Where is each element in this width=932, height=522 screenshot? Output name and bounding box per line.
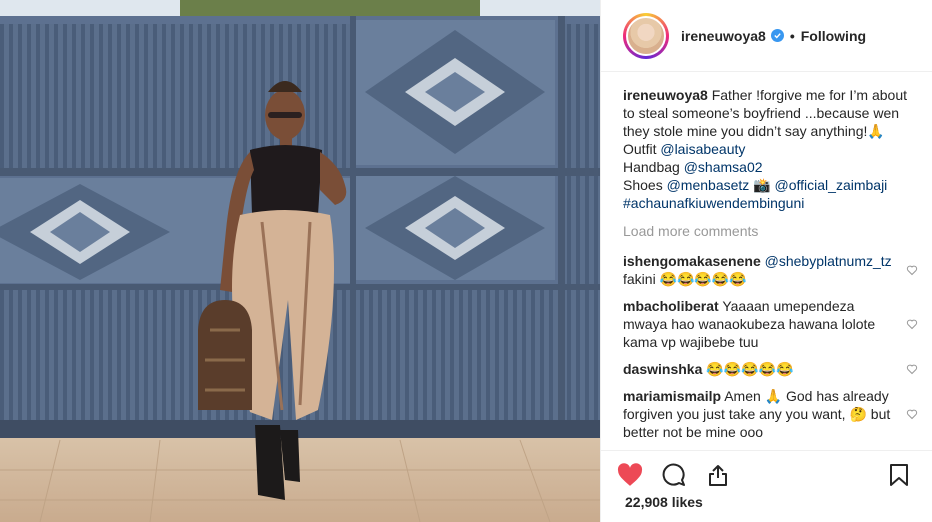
comment-like-heart-icon[interactable] — [906, 264, 918, 276]
post-header: ireneuwoya8 • Following — [601, 0, 932, 72]
comment-username[interactable]: mbacholiberat — [623, 298, 719, 314]
comment-mention-link[interactable]: @shebyplatnumz_tz — [765, 253, 892, 269]
post-sidebar: ireneuwoya8 • Following ireneuwoya8 Fath… — [600, 0, 932, 522]
handbag-tag-link[interactable]: @shamsa02 — [684, 159, 763, 175]
comment-text: fakini 😂😂😂😂😂 — [623, 271, 747, 287]
comment-button[interactable] — [661, 462, 687, 488]
avatar-story-ring[interactable] — [623, 12, 669, 59]
comment-text: 😂😂😂😂😂 — [706, 361, 794, 377]
separator-dot: • — [789, 27, 795, 44]
share-button[interactable] — [705, 462, 731, 488]
hashtag-link[interactable]: #achaunafkiuwendembinguni — [623, 195, 804, 211]
shoes-label: Shoes — [623, 177, 663, 193]
outfit-label: Outfit — [623, 141, 657, 157]
shoes-tag-link-1[interactable]: @menbasetz — [667, 177, 750, 193]
heart-filled-icon — [617, 462, 643, 486]
comment-item: mariamismailp Amen 🙏 God has already for… — [623, 387, 918, 441]
comment-like-heart-icon[interactable] — [906, 408, 918, 420]
load-more-comments-button[interactable]: Load more comments — [623, 222, 918, 240]
post-photo[interactable] — [0, 0, 600, 522]
comment-like-heart-icon[interactable] — [906, 318, 918, 330]
header-username[interactable]: ireneuwoya8 — [681, 28, 766, 44]
camera-emoji: 📸 — [753, 177, 771, 193]
comment-username[interactable]: daswinshka — [623, 361, 702, 377]
comments-list[interactable]: ireneuwoya8 Father !forgive me for I’m a… — [623, 86, 918, 442]
comment-username[interactable]: mariamismailp — [623, 388, 721, 404]
handbag-label: Handbag — [623, 159, 680, 175]
share-icon — [709, 464, 727, 486]
save-button[interactable] — [886, 462, 912, 488]
bookmark-icon — [890, 463, 908, 486]
outfit-tag-link[interactable]: @laisabeauty — [660, 141, 745, 157]
like-button[interactable] — [617, 462, 643, 488]
comment-item: mbacholiberat Yaaaan umependeza mwaya ha… — [623, 297, 918, 351]
post-caption: ireneuwoya8 Father !forgive me for I’m a… — [623, 86, 918, 212]
caption-username[interactable]: ireneuwoya8 — [623, 87, 708, 103]
comment-item: ishengomakasenene @shebyplatnumz_tz faki… — [623, 252, 918, 288]
comment-like-heart-icon[interactable] — [906, 363, 918, 375]
likes-count[interactable]: 22,908 likes — [625, 494, 703, 510]
avatar[interactable] — [626, 15, 666, 56]
shoes-tag-link-2[interactable]: @official_zaimbaji — [775, 177, 888, 193]
comment-icon — [662, 463, 685, 486]
post-photo-image — [0, 0, 600, 522]
comment-username[interactable]: ishengomakasenene — [623, 253, 761, 269]
following-button[interactable]: Following — [801, 28, 866, 44]
post-actions-bar — [601, 450, 932, 490]
verified-badge-icon — [770, 29, 784, 42]
comment-item: daswinshka 😂😂😂😂😂 — [623, 360, 918, 378]
